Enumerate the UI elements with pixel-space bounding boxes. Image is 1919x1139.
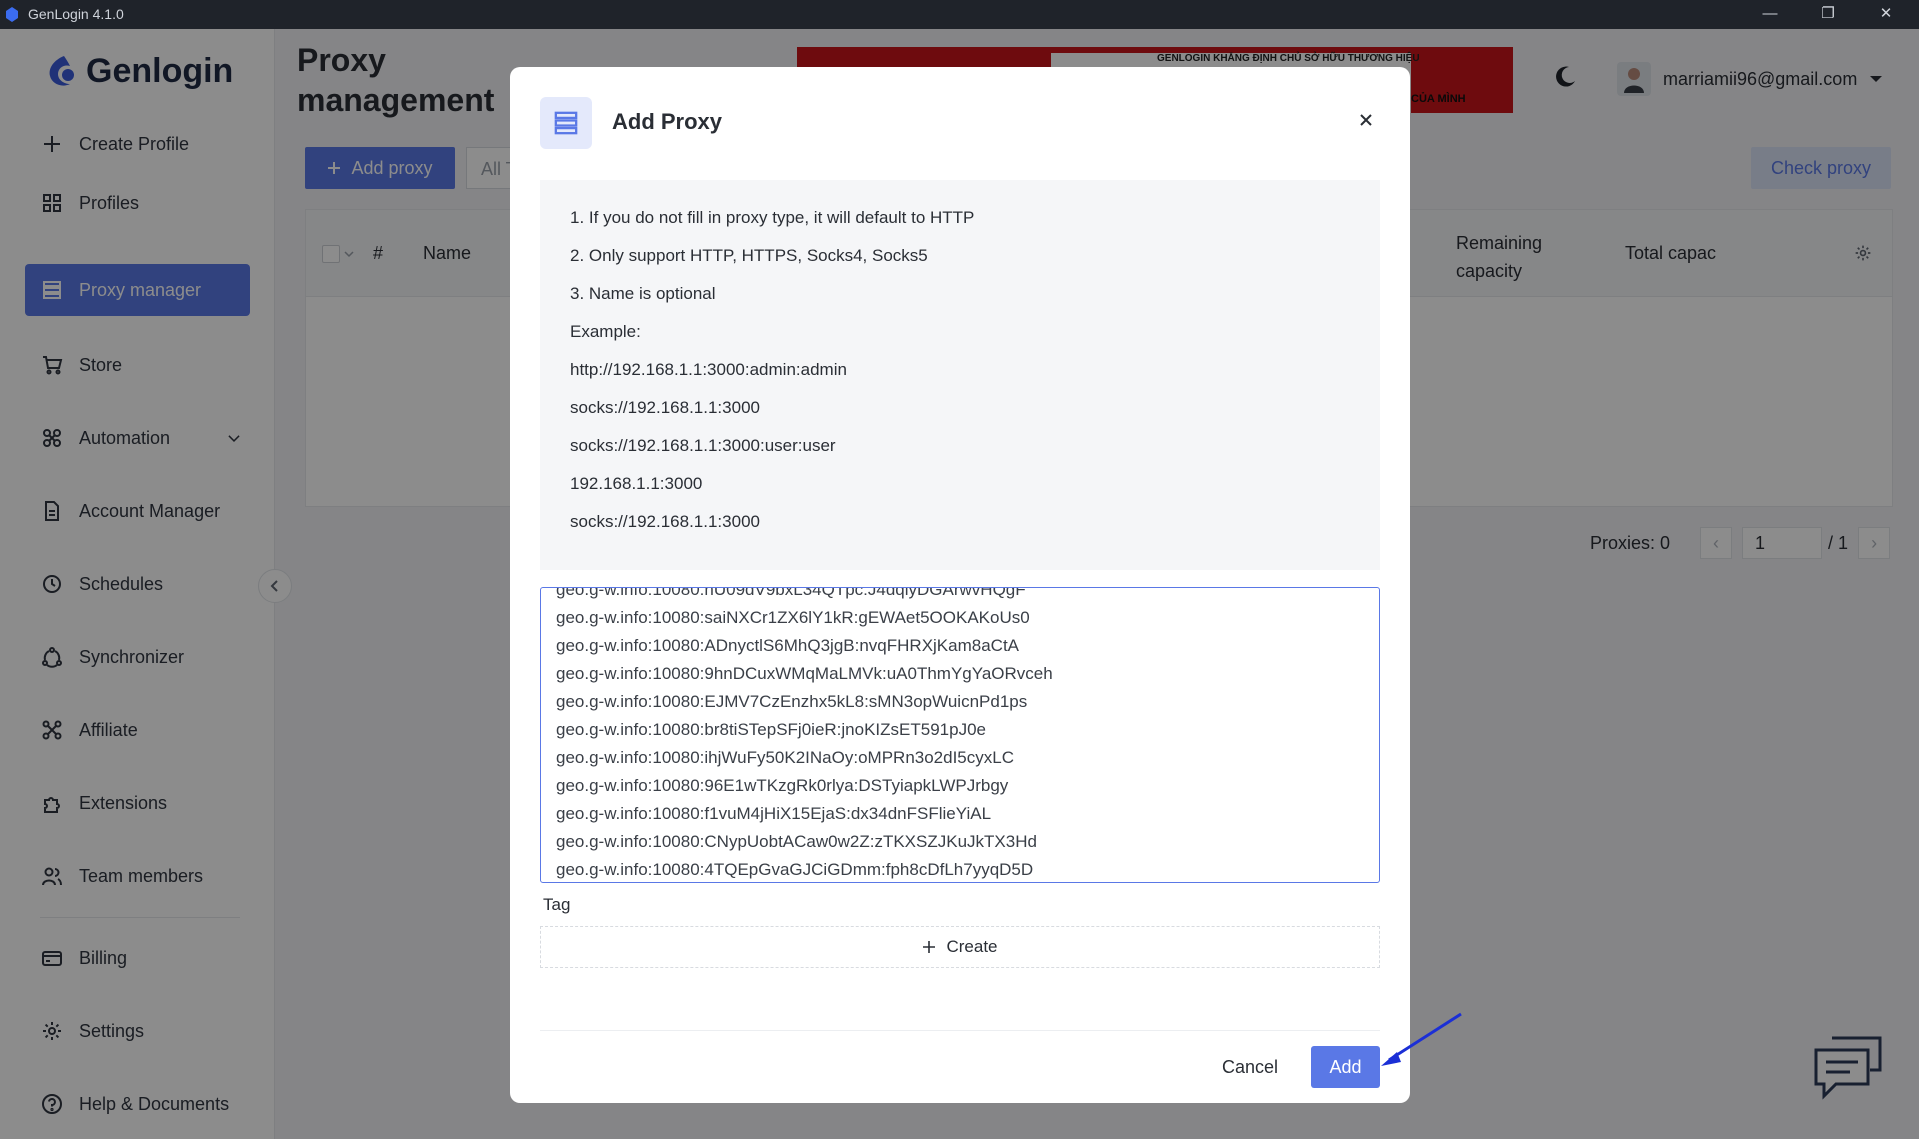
modal-icon-box [540,97,592,149]
close-window-button[interactable]: ✕ [1866,3,1906,25]
server-icon [554,111,578,135]
example-line: 192.168.1.1:3000 [570,474,703,493]
create-tag-label: Create [946,937,998,956]
proxy-line: geo.g-w.info:10080:CNypUobtACaw0w2Z:zTKX… [556,832,1037,851]
close-icon[interactable] [1355,109,1377,131]
instruction-line: Example: [570,322,641,341]
proxy-line: geo.g-w.info:10080:EJMV7CzEnzhx5kL8:sMN3… [556,692,1028,711]
instruction-line: 2. Only support HTTP, HTTPS, Socks4, Soc… [570,246,928,265]
create-tag-button[interactable]: Create [540,926,1380,968]
instruction-line: 3. Name is optional [570,284,716,303]
proxy-line: geo.g-w.info:10080:9hnDCuxWMqMaLMVk:uA0T… [556,664,1053,683]
proxy-line: geo.g-w.info:10080:hU09dV9bxL34QTpc:J4dq… [556,587,1026,599]
proxy-line: geo.g-w.info:10080:f1vuM4jHiX15EjaS:dx34… [556,804,992,823]
restore-button[interactable]: ❐ [1808,3,1848,25]
proxy-list-textarea[interactable]: geo.g-w.info:10080:hU09dV9bxL34QTpc:J4dq… [540,587,1380,883]
instructions-box: 1. If you do not fill in proxy type, it … [540,180,1380,570]
minimize-button[interactable]: — [1750,3,1790,25]
example-line: socks://192.168.1.1:3000 [570,398,760,417]
proxy-line: geo.g-w.info:10080:4TQEpGvaGJCiGDmm:fph8… [556,860,1034,879]
add-proxy-modal: Add Proxy 1. If you do not fill in proxy… [510,67,1410,1103]
proxy-line: geo.g-w.info:10080:saiNXCr1ZX6lY1kR:gEWA… [556,608,1030,627]
window-title: GenLogin 4.1.0 [28,6,124,22]
tag-label: Tag [543,895,571,914]
example-line: socks://192.168.1.1:3000:user:user [570,436,836,455]
modal-title: Add Proxy [612,109,723,134]
add-button[interactable]: Add [1311,1046,1380,1088]
window-titlebar: GenLogin 4.1.0 — ❐ ✕ [0,0,1919,29]
example-line: socks://192.168.1.1:3000 [570,512,760,531]
proxy-line: geo.g-w.info:10080:ihjWuFy50K2INaOy:oMPR… [556,748,1014,767]
app-logo-icon [6,7,18,22]
proxy-line: geo.g-w.info:10080:96E1wTKzgRk0rlya:DSTy… [556,776,1009,795]
proxy-line: geo.g-w.info:10080:ADnyctlS6MhQ3jgB:nvqF… [556,636,1020,655]
modal-footer-divider [540,1030,1380,1031]
proxy-line: geo.g-w.info:10080:br8tiSTepSFj0ieR:jnoK… [556,720,986,739]
instruction-line: 1. If you do not fill in proxy type, it … [570,208,975,227]
cancel-button[interactable]: Cancel [1210,1046,1290,1088]
plus-icon [923,941,936,953]
annotation-arrow-icon [1381,1012,1462,1066]
example-line: http://192.168.1.1:3000:admin:admin [570,360,847,379]
